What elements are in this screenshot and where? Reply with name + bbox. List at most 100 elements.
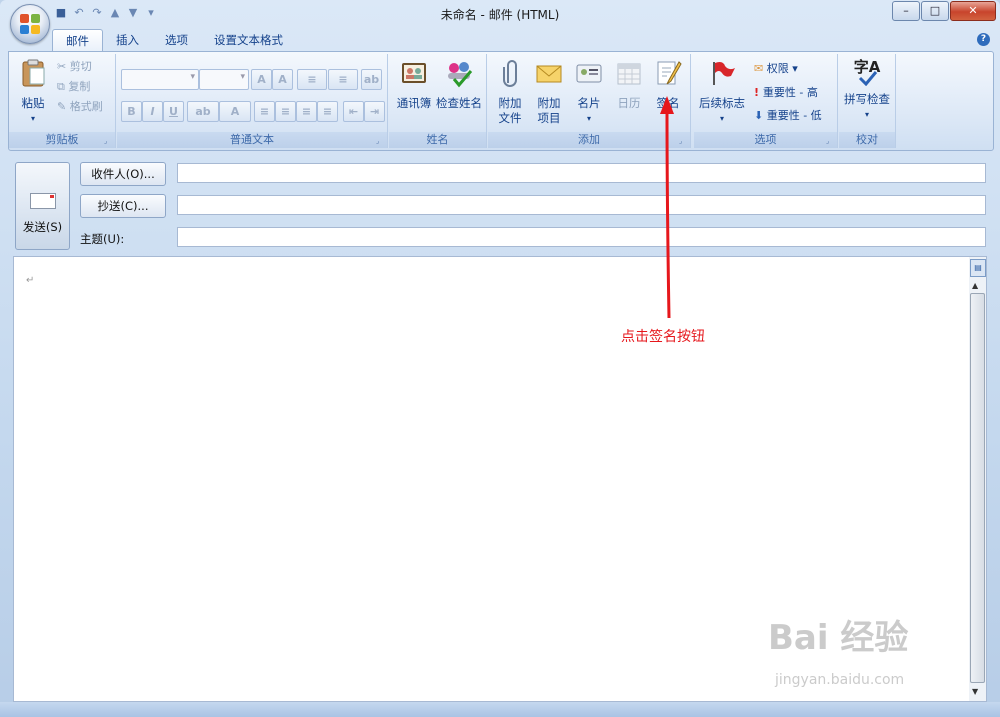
cc-button[interactable]: 抄送(C)...	[80, 194, 166, 218]
group-names: 通讯簿 检查姓名 姓名	[389, 54, 487, 148]
help-icon[interactable]: ?	[977, 33, 990, 46]
highlight-icon[interactable]: ab	[187, 101, 219, 122]
check-names-button[interactable]: 检查姓名	[435, 58, 483, 111]
cut-label: 剪切	[69, 60, 92, 73]
view-ruler-icon[interactable]: ▤	[970, 259, 986, 277]
tab-format-text[interactable]: 设置文本格式	[201, 29, 296, 51]
justify-icon[interactable]: ≡	[317, 101, 338, 122]
copy-icon: ⧉	[57, 80, 69, 93]
decrease-indent-icon[interactable]: ⇤	[343, 101, 364, 122]
group-proofing: 字A 拼写检查 ▾ 校对	[839, 54, 896, 148]
align-right-icon[interactable]: ≡	[296, 101, 317, 122]
address-book-button[interactable]: 通讯簿	[393, 58, 435, 111]
group-include: 附加 文件 附加 项目 名片 ▾ 日历 签名 添加 ⌟	[488, 54, 691, 148]
bullets-icon[interactable]: ≡	[297, 69, 327, 90]
cut-button[interactable]: ✂ 剪切	[57, 58, 92, 76]
check-names-icon	[448, 62, 473, 88]
align-center-icon[interactable]: ≡	[275, 101, 296, 122]
tab-insert[interactable]: 插入	[103, 29, 152, 51]
watermark-url: jingyan.baidu.com	[775, 672, 905, 688]
numbering-icon[interactable]: ≡	[328, 69, 358, 90]
group-basic-text: A A ≡ ≡ ab B I U ab A ≡ ≡ ≡ ≡ ⇤ ⇥ 普通文本 ⌟	[117, 54, 388, 148]
vertical-scrollbar[interactable]: ▤ ▲ ▼	[969, 256, 987, 702]
format-painter-button[interactable]: ✎ 格式刷	[57, 98, 103, 116]
redo-icon[interactable]: ↷	[90, 6, 104, 20]
scroll-thumb[interactable]	[970, 293, 985, 683]
follow-up-button[interactable]: 后续标志 ▾	[696, 58, 748, 126]
align-left-icon[interactable]: ≡	[254, 101, 275, 122]
ribbon: 粘贴 ▾ ✂ 剪切 ⧉ 复制 ✎ 格式刷 剪贴板 ⌟ A A ≡ ≡ ab B …	[8, 51, 994, 151]
copy-label: 复制	[68, 80, 91, 93]
permission-label: 权限	[766, 62, 789, 75]
paste-dropdown-icon: ▾	[30, 114, 35, 123]
spelling-button[interactable]: 字A 拼写检查 ▾	[841, 58, 893, 122]
signature-label: 签名	[656, 96, 680, 110]
send-label: 发送(S)	[22, 220, 63, 234]
high-importance-button[interactable]: ! 重要性 - 高	[754, 84, 818, 102]
underline-button[interactable]: U	[163, 101, 184, 122]
font-name-combo[interactable]	[121, 69, 199, 90]
group-clipboard: 粘贴 ▾ ✂ 剪切 ⧉ 复制 ✎ 格式刷 剪贴板 ⌟	[9, 54, 116, 148]
office-logo-icon	[20, 14, 40, 34]
scroll-down-icon[interactable]: ▼	[972, 687, 978, 696]
low-importance-button[interactable]: ⬇ 重要性 - 低	[754, 107, 822, 125]
tab-options[interactable]: 选项	[152, 29, 201, 51]
up-arrow-icon[interactable]: ▲	[108, 6, 122, 20]
check-names-label: 检查姓名	[436, 96, 482, 110]
down-arrow-icon[interactable]: ▼	[126, 6, 140, 20]
permission-button[interactable]: ✉ 权限 ▾	[754, 60, 798, 78]
undo-icon[interactable]: ↶	[72, 6, 86, 20]
font-size-combo[interactable]	[199, 69, 249, 90]
envelope-icon	[536, 65, 562, 83]
watermark-logo: Bai 经验	[768, 618, 909, 658]
save-icon[interactable]: ■	[54, 6, 68, 20]
format-painter-label: 格式刷	[69, 100, 103, 113]
business-card-label: 名片	[577, 96, 601, 110]
signature-button[interactable]: 签名	[649, 58, 687, 111]
maximize-button[interactable]: □	[921, 1, 949, 21]
follow-up-dropdown-icon: ▾	[719, 114, 724, 123]
send-button[interactable]: 发送(S)	[15, 162, 70, 250]
group-label-options: 选项	[694, 132, 837, 148]
font-color-icon[interactable]: A	[219, 101, 251, 122]
spell-check-icon: 字A	[852, 58, 882, 88]
customize-qat-icon[interactable]: ▾	[144, 6, 158, 20]
italic-button[interactable]: I	[142, 101, 163, 122]
calendar-button[interactable]: 日历	[610, 58, 648, 111]
grow-font-icon[interactable]: A	[251, 69, 272, 90]
to-field[interactable]	[177, 163, 986, 183]
cc-field[interactable]	[177, 195, 986, 215]
group-label-names: 姓名	[389, 132, 486, 148]
spelling-label: 拼写检查	[844, 92, 890, 106]
paperclip-icon	[503, 60, 517, 87]
dialog-launcher-icon[interactable]: ⌟	[679, 137, 687, 145]
calendar-icon	[617, 63, 641, 85]
calendar-label: 日历	[617, 96, 641, 110]
office-button[interactable]	[10, 4, 50, 44]
permission-envelope-icon: ✉	[754, 62, 767, 75]
increase-indent-icon[interactable]: ⇥	[364, 101, 385, 122]
to-button[interactable]: 收件人(O)...	[80, 162, 166, 186]
attach-file-button[interactable]: 附加 文件	[492, 58, 528, 126]
window-controls: – □ ✕	[892, 1, 996, 21]
business-card-button[interactable]: 名片 ▾	[570, 58, 608, 126]
tab-message[interactable]: 邮件	[52, 29, 103, 52]
scroll-up-icon[interactable]: ▲	[972, 281, 978, 290]
shrink-font-icon[interactable]: A	[272, 69, 293, 90]
dialog-launcher-icon[interactable]: ⌟	[376, 137, 384, 145]
paragraph-mark: ↵	[26, 275, 35, 286]
close-button[interactable]: ✕	[950, 1, 996, 21]
clear-format-icon[interactable]: ab	[361, 69, 382, 90]
dialog-launcher-icon[interactable]: ⌟	[104, 137, 112, 145]
copy-button[interactable]: ⧉ 复制	[57, 78, 90, 96]
minimize-button[interactable]: –	[892, 1, 920, 21]
business-card-icon	[576, 64, 602, 83]
address-book-label: 通讯簿	[396, 96, 432, 110]
bold-button[interactable]: B	[121, 101, 142, 122]
paste-label: 粘贴	[21, 96, 45, 110]
attach-item-button[interactable]: 附加 项目	[530, 58, 568, 126]
dialog-launcher-icon[interactable]: ⌟	[826, 137, 834, 145]
exclamation-icon: !	[754, 86, 763, 99]
paste-button[interactable]: 粘贴 ▾	[15, 58, 51, 126]
subject-field[interactable]	[177, 227, 986, 247]
